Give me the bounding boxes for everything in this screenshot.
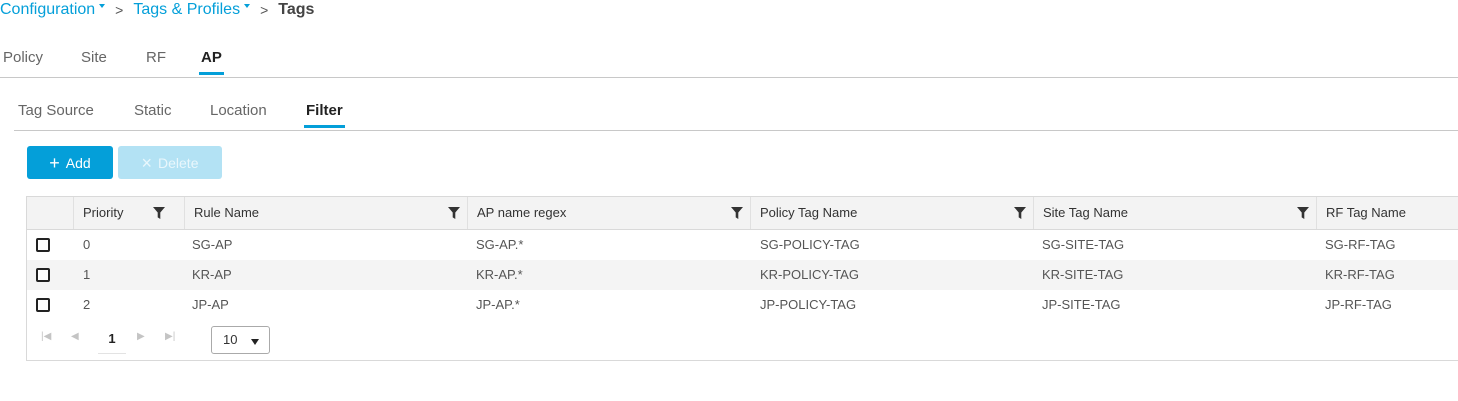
cell-priority: 0 — [83, 237, 91, 252]
breadcrumb-separator: > — [115, 2, 124, 18]
close-icon: × — [141, 152, 153, 173]
next-page-icon[interactable]: ▶ — [137, 331, 145, 342]
caret-down-icon — [99, 4, 106, 8]
column-header-rule-name[interactable]: Rule Name — [184, 197, 467, 229]
filter-icon[interactable] — [153, 207, 165, 219]
cell-site-tag-name: SG-SITE-TAG — [1042, 237, 1125, 252]
breadcrumb-configuration[interactable]: Configuration — [0, 1, 106, 19]
breadcrumb-tags-profiles-label: Tags & Profiles — [133, 1, 241, 18]
column-header-site-tag-name[interactable]: Site Tag Name — [1033, 197, 1316, 229]
cell-policy-tag-name: SG-POLICY-TAG — [760, 237, 860, 252]
cell-ap-name-regex: KR-AP.* — [476, 267, 523, 282]
cell-rule-name: KR-AP — [192, 267, 232, 282]
tab-static[interactable]: Static — [134, 99, 172, 130]
cell-rule-name: SG-AP — [192, 237, 233, 252]
delete-button-label: Delete — [158, 154, 199, 171]
tab-tag-source[interactable]: Tag Source — [18, 99, 94, 130]
cell-rf-tag-name: SG-RF-TAG — [1325, 237, 1396, 252]
delete-button[interactable]: × Delete — [118, 146, 222, 179]
column-header-label: Priority — [83, 205, 124, 220]
tab-rf[interactable]: RF — [146, 46, 166, 77]
cell-rf-tag-name: JP-RF-TAG — [1325, 297, 1392, 312]
filter-icon[interactable] — [731, 207, 743, 219]
cell-ap-name-regex: JP-AP.* — [476, 297, 520, 312]
column-header-policy-tag-name[interactable]: Policy Tag Name — [750, 197, 1033, 229]
column-header-priority[interactable]: Priority — [73, 197, 172, 229]
column-header-label: AP name regex — [477, 205, 567, 220]
cell-rule-name: JP-AP — [192, 297, 229, 312]
cell-priority: 1 — [83, 267, 91, 282]
tab-location[interactable]: Location — [210, 99, 267, 130]
add-button[interactable]: + Add — [27, 146, 113, 179]
page-size-value: 10 — [223, 332, 238, 347]
cell-policy-tag-name: KR-POLICY-TAG — [760, 267, 859, 282]
breadcrumb-configuration-label: Configuration — [0, 1, 96, 18]
tab-ap[interactable]: AP — [199, 46, 224, 77]
chevron-down-icon — [251, 339, 259, 345]
row-checkbox[interactable] — [36, 298, 50, 312]
filter-icon[interactable] — [448, 207, 460, 219]
cell-priority: 2 — [83, 297, 91, 312]
column-header-label: Rule Name — [194, 205, 260, 220]
filter-icon[interactable] — [1297, 207, 1309, 219]
row-checkbox[interactable] — [36, 238, 50, 252]
table-row[interactable]: 2 JP-AP JP-AP.* JP-POLICY-TAG JP-SITE-TA… — [27, 290, 1458, 320]
column-header-label: Site Tag Name — [1043, 205, 1129, 220]
tab-filter[interactable]: Filter — [304, 99, 345, 130]
breadcrumb-current: Tags — [278, 1, 315, 18]
column-header-ap-name-regex[interactable]: AP name regex — [467, 197, 750, 229]
breadcrumb-tags-profiles[interactable]: Tags & Profiles — [133, 1, 251, 19]
page-size-select[interactable]: 10 — [211, 326, 270, 354]
pagination: |◀ ◀ 1 ▶ ▶| 10 — [27, 323, 1458, 361]
sub-tab-bar: Tag Source Static Location Filter — [14, 99, 1458, 131]
table-row[interactable]: 0 SG-AP SG-AP.* SG-POLICY-TAG SG-SITE-TA… — [27, 230, 1458, 260]
current-page-number[interactable]: 1 — [98, 330, 126, 354]
column-header-label: Policy Tag Name — [760, 205, 858, 220]
row-checkbox[interactable] — [36, 268, 50, 282]
cell-ap-name-regex: SG-AP.* — [476, 237, 524, 252]
table-header: Priority Rule Name AP name regex Policy … — [27, 197, 1458, 230]
filter-icon[interactable] — [1014, 207, 1026, 219]
breadcrumb: Configuration > Tags & Profiles > Tags — [0, 0, 314, 20]
top-tab-bar: Policy Site RF AP — [0, 46, 1458, 78]
tab-policy[interactable]: Policy — [3, 46, 43, 77]
cell-policy-tag-name: JP-POLICY-TAG — [760, 297, 857, 312]
caret-down-icon — [244, 4, 251, 8]
table-row[interactable]: 1 KR-AP KR-AP.* KR-POLICY-TAG KR-SITE-TA… — [27, 260, 1458, 290]
last-page-icon[interactable]: ▶| — [165, 331, 175, 342]
tab-site[interactable]: Site — [81, 46, 107, 77]
plus-icon: + — [49, 152, 60, 173]
previous-page-icon[interactable]: ◀ — [71, 331, 79, 342]
cell-site-tag-name: KR-SITE-TAG — [1042, 267, 1124, 282]
column-header-label: RF Tag Name — [1326, 205, 1406, 220]
cell-rf-tag-name: KR-RF-TAG — [1325, 267, 1395, 282]
breadcrumb-separator: > — [260, 2, 269, 18]
first-page-icon[interactable]: |◀ — [41, 331, 51, 342]
add-button-label: Add — [65, 154, 91, 171]
column-header-rf-tag-name[interactable]: RF Tag Name — [1316, 197, 1458, 229]
cell-site-tag-name: JP-SITE-TAG — [1042, 297, 1121, 312]
filter-rules-table: Priority Rule Name AP name regex Policy … — [26, 196, 1458, 361]
